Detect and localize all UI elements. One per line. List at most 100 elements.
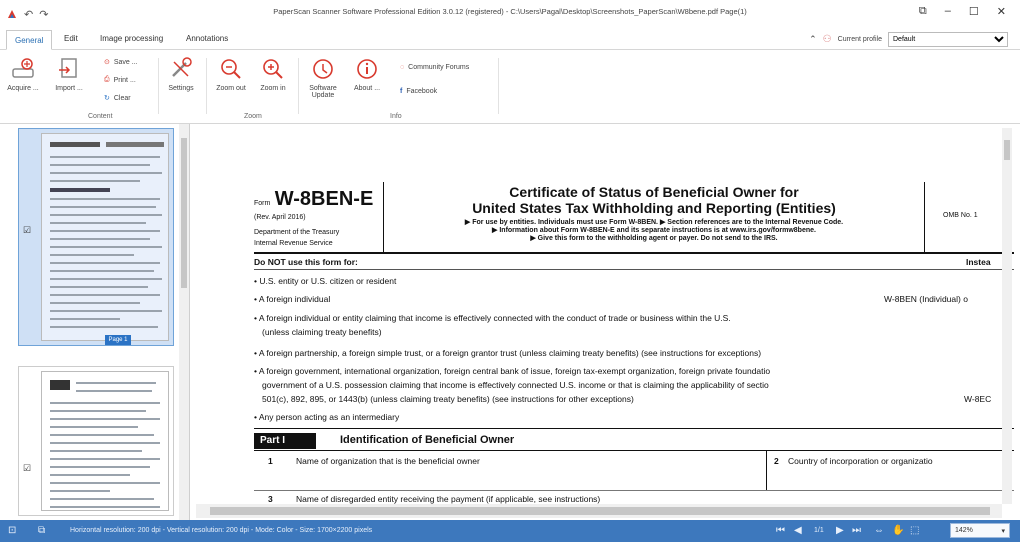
form-sub-1: ▶ For use by entities. Individuals must … [464,219,844,226]
use-item-3: • A foreign individual or entity claimin… [254,313,731,323]
use-item-6: • Any person acting as an intermediary [254,412,400,422]
close-button[interactable]: ✕ [997,5,1006,18]
do-not-use-heading: Do NOT use this form for: [254,257,358,267]
part-title: Identification of Beneficial Owner [340,434,515,446]
settings-button[interactable]: Settings [162,56,200,92]
settings-icon [172,57,192,77]
profile-label: Current profile [837,36,882,43]
thumbnail-page-1-label: Page 1 [105,335,131,345]
app-window: ↶ ↷ PaperScan Scanner Software Professio… [0,0,1020,542]
clear-icon: ↻ [104,95,110,102]
viewer-horizontal-scrollbar[interactable] [196,504,1002,518]
next-page-icon[interactable]: ▶ [836,525,844,536]
use-item-4: • A foreign partnership, a foreign simpl… [254,348,762,358]
facebook-label: Facebook [406,88,438,95]
tab-image-processing[interactable]: Image processing [94,32,169,45]
tab-annotations[interactable]: Annotations [180,32,234,45]
thumbnail-scrollbar-thumb[interactable] [181,138,187,288]
use-item-2-right: W-8BEN (Individual) o [884,294,968,304]
thumbnail-page-1-checkbox[interactable]: ☑ [23,225,31,236]
prev-page-icon[interactable]: ◀ [794,525,802,536]
thumbnail-page-2-checkbox[interactable]: ☑ [23,463,31,474]
line-1-number: 1 [268,456,273,466]
viewer-vertical-scrollbar-thumb[interactable] [1004,140,1010,160]
omb-number: OMB No. 1 [943,212,978,219]
print-button[interactable]: ⎙ Print ... [104,76,136,84]
panel-icon[interactable]: ⊡ [8,525,16,536]
print-label: Print ... [113,76,136,84]
page-indicator: 1/1 [814,527,824,534]
instead-heading: Instea [966,257,991,267]
use-item-3-cont: (unless claiming treaty benefits) [262,327,382,337]
form-title-block: Certificate of Status of Beneficial Owne… [388,182,920,252]
profile-select[interactable]: Default [888,32,1008,47]
form-sub-2: ▶ Information about Form W-8BEN-E and it… [492,227,816,234]
rule-5 [254,490,1014,491]
document-page: Form W-8BEN-E (Rev. April 2016) Departme… [254,182,1014,520]
pan-icon[interactable]: ✋ [892,525,904,536]
scanner-icon [12,58,34,78]
form-title-1: Certificate of Status of Beneficial Owne… [509,184,799,200]
rule-3 [254,428,1014,429]
facebook-link[interactable]: f Facebook [400,88,437,95]
ribbon-tabs: General Edit Image processing Annotation… [0,28,1020,50]
use-item-5-cont-2: 501(c), 892, 895, or 1443(b) (unless cla… [262,394,634,404]
tab-general[interactable]: General [6,30,53,50]
community-forums-link[interactable]: ◌ Community Forums [400,64,469,71]
form-title-2: United States Tax Withholding and Report… [472,200,836,216]
zoom-in-icon [263,59,283,79]
form-prefix: Form [254,200,271,207]
thumbnail-page-2[interactable]: ☑ [18,366,174,516]
maximize-button[interactable]: ☐ [969,5,979,18]
thumbnail-scrollbar[interactable] [179,124,189,520]
acquire-button[interactable]: Acquire ... [4,56,42,92]
header-rule [254,252,1014,254]
collapse-ribbon-icon[interactable]: ⌃ [809,34,817,45]
software-update-button[interactable]: Software Update [302,56,344,99]
fit-page-icon[interactable]: ⬚ [910,525,919,536]
save-button[interactable]: ⊙ Save ... [104,58,138,67]
about-label: About ... [353,85,381,92]
first-page-icon[interactable]: ⏮ [776,525,785,536]
zoom-select[interactable]: 142% ▾ [950,523,1010,538]
import-label: Import ... [55,85,83,92]
thumbnail-page-2-image [41,371,169,511]
clear-button[interactable]: ↻ Clear [104,94,131,103]
form-id-block: Form W-8BEN-E (Rev. April 2016) Departme… [254,182,384,252]
import-icon [59,58,77,78]
clear-label: Clear [113,94,131,102]
last-page-icon[interactable]: ⏭ [852,525,861,536]
title-bar: ↶ ↷ PaperScan Scanner Software Professio… [0,0,1020,28]
import-button[interactable]: Import ... [50,56,88,92]
minimize-button[interactable]: – [945,5,951,18]
acquire-label: Acquire ... [7,85,39,92]
form-dept-2: Internal Revenue Service [254,240,333,247]
tab-edit[interactable]: Edit [58,32,84,45]
viewer-horizontal-scrollbar-thumb[interactable] [210,507,990,515]
zoom-value: 142% [955,527,973,534]
zoom-in-button[interactable]: Zoom in [254,56,292,92]
thumbnail-page-1[interactable]: ☑ [18,128,174,346]
use-item-5-right: W-8EC [964,394,992,404]
viewer-vertical-scrollbar[interactable] [1002,128,1012,504]
use-item-5-cont-1: government of a U.S. possession claiming… [262,380,769,390]
rule-4 [254,450,1014,451]
print-icon: ⎙ [104,76,110,83]
zoom-out-button[interactable]: Zoom out [212,56,250,92]
form-sub-3: ▶ Give this form to the withholding agen… [530,235,778,242]
window-title: PaperScan Scanner Software Professional … [273,7,747,16]
form-name: W-8BEN-E [274,188,374,210]
zoom-out-label: Zoom out [216,85,246,92]
use-item-1: • U.S. entity or U.S. citizen or residen… [254,276,397,286]
save-icon: ⊙ [104,59,110,66]
restore-ribbon-icon[interactable]: ⧉ [919,5,927,18]
ribbon: Acquire ... Import ... ⊙ Save ... ⎙ Print … [0,50,1020,124]
line-2-label: Country of incorporation or organizatio [788,456,933,466]
line-divider [766,451,767,491]
fit-width-icon[interactable]: ⇔ [874,525,884,536]
form-revision: (Rev. April 2016) [254,214,306,221]
save-label: Save ... [113,58,138,66]
layout-icon[interactable]: ⧉ [38,525,45,536]
document-viewer[interactable]: Form W-8BEN-E (Rev. April 2016) Departme… [196,124,1020,520]
about-button[interactable]: About ... [348,56,386,92]
